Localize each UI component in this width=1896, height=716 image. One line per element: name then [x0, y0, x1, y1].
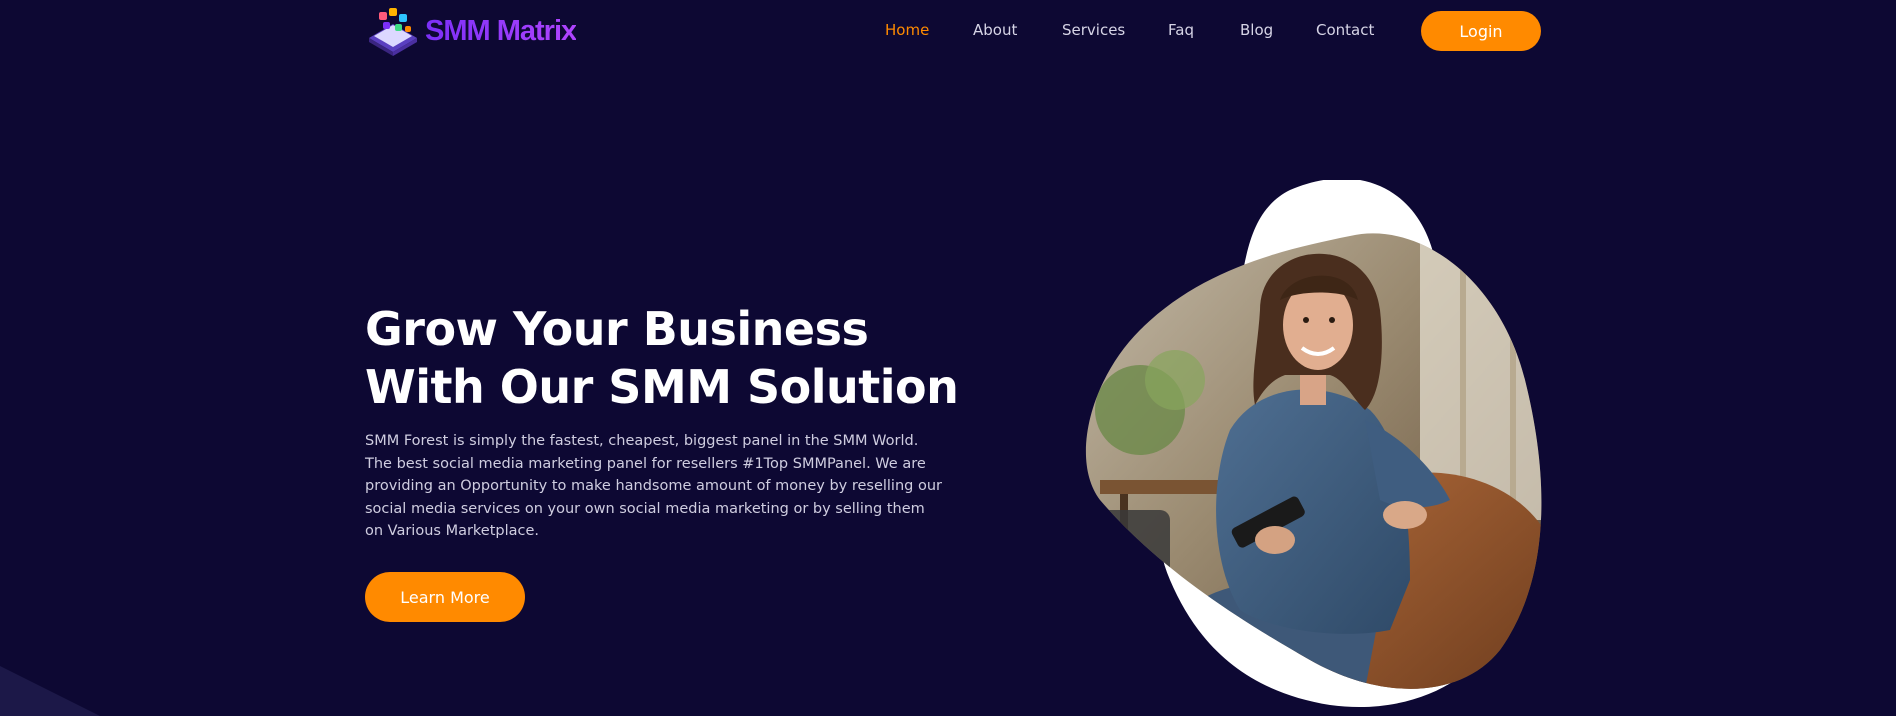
nav-contact[interactable]: Contact [1316, 21, 1374, 39]
login-button[interactable]: Login [1421, 11, 1541, 51]
main-nav: Home About Services Faq Blog Contact [0, 21, 1896, 41]
nav-blog[interactable]: Blog [1240, 21, 1273, 39]
corner-decoration [0, 666, 100, 716]
hero-title-line-1: Grow Your Business [365, 302, 869, 356]
hero-title: Grow Your Business With Our SMM Solution [365, 300, 985, 416]
nav-faq[interactable]: Faq [1168, 21, 1194, 39]
nav-about[interactable]: About [973, 21, 1017, 39]
landing-page: SMM Matrix Home About Services Faq Blog … [0, 0, 1896, 716]
woman-photo [1085, 233, 1542, 689]
nav-services[interactable]: Services [1062, 21, 1125, 39]
hero-description: SMM Forest is simply the fastest, cheape… [365, 433, 942, 539]
hero-title-line-2: With Our SMM Solution [365, 360, 959, 414]
nav-home[interactable]: Home [885, 21, 929, 39]
site-header: SMM Matrix Home About Services Faq Blog … [0, 0, 1896, 62]
learn-more-button[interactable]: Learn More [365, 572, 525, 622]
hero-image [1085, 180, 1542, 707]
